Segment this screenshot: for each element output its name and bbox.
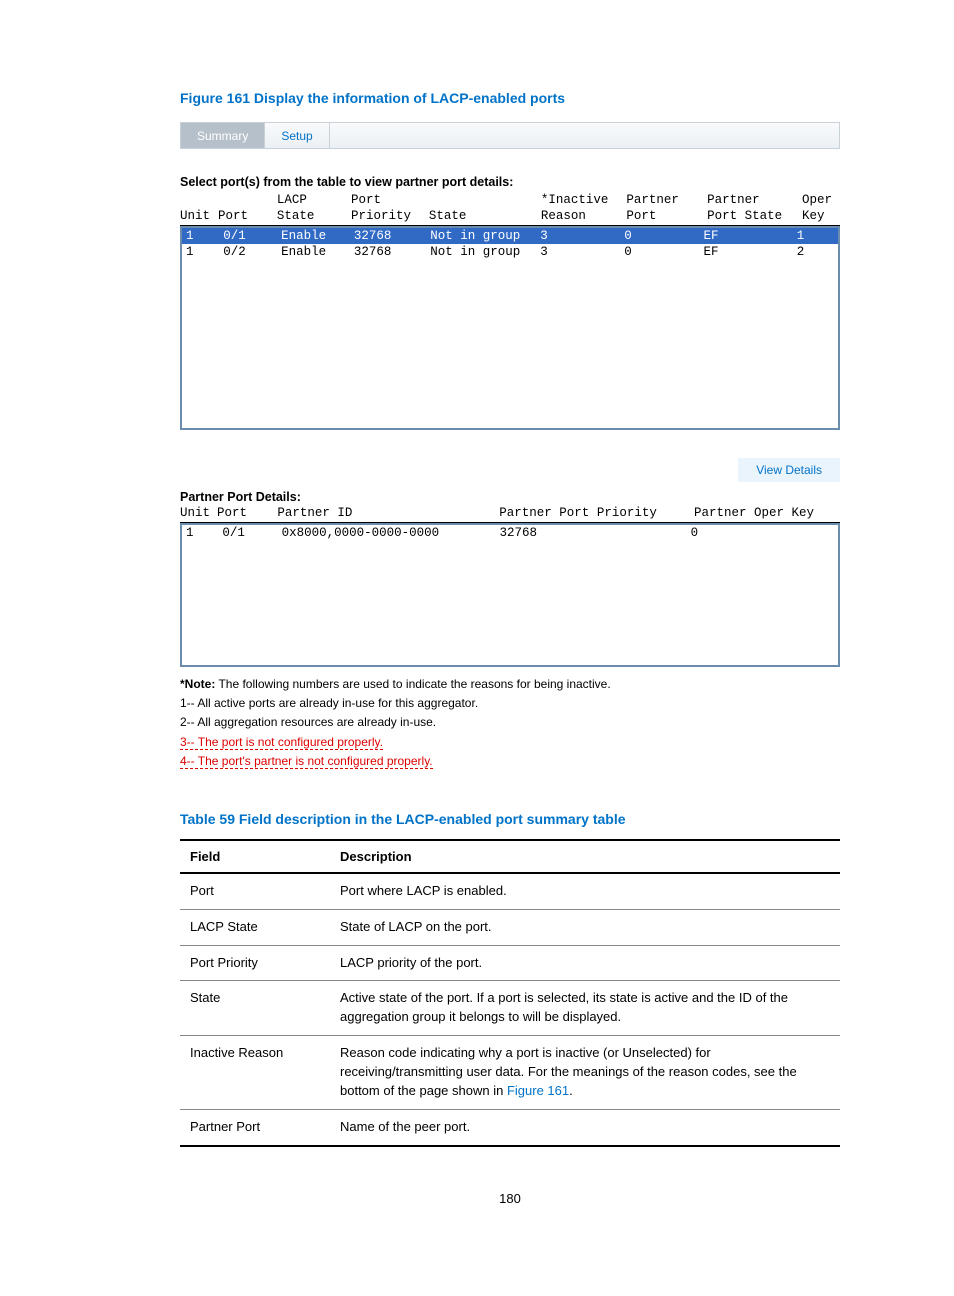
field-desc: Reason code indicating why a port is ina… [330,1036,840,1110]
cell-okey: 1 [797,229,834,243]
table-row: Port Priority LACP priority of the port. [180,945,840,981]
cell-port: 0/2 [223,245,281,259]
cell-lacp: Enable [281,245,354,259]
cell-pport: 0 [624,245,703,259]
field-name: LACP State [180,909,330,945]
phdr-pid: Partner ID [277,506,499,520]
cell-pstate: EF [703,229,796,243]
table-row: LACP State State of LACP on the port. [180,909,840,945]
cell-reason: 3 [540,245,624,259]
table-row[interactable]: 1 0/2 Enable 32768 Not in group 3 0 EF 2 [182,244,838,260]
table-title: Table 59 Field description in the LACP-e… [180,811,840,827]
partner-table-body: 1 0/1 0x8000,0000-0000-0000 32768 0 [180,523,840,667]
cell-state: Not in group [430,245,540,259]
ports-table-body: 1 0/1 Enable 32768 Not in group 3 0 EF 1… [180,226,840,430]
pcell-okey: 0 [691,526,834,540]
instruction-text: Select port(s) from the table to view pa… [180,175,840,189]
field-desc: State of LACP on the port. [330,909,840,945]
hdr-blank [180,193,218,207]
figure-title: Figure 161 Display the information of LA… [180,90,840,106]
pcell-prio: 32768 [499,526,690,540]
field-desc: Name of the peer port. [330,1109,840,1145]
phdr-okey: Partner Oper Key [694,506,840,520]
table-row: Port Port where LACP is enabled. [180,873,840,909]
cell-okey: 2 [797,245,834,259]
phdr-unit: Unit [180,506,217,520]
field-name: Partner Port [180,1109,330,1145]
hdr-blank [429,193,541,207]
page-number: 180 [180,1191,840,1206]
pcell-unit: 1 [186,526,222,540]
reason-4: 4-- The port's partner is not configured… [180,754,433,769]
table-row[interactable]: 1 0/1 Enable 32768 Not in group 3 0 EF 1 [182,228,838,244]
hdr-blank [218,193,277,207]
hdr-port: Port [351,193,429,207]
field-description-table: Field Description Port Port where LACP i… [180,839,840,1147]
note-text: The following numbers are used to indica… [215,677,610,691]
field-name: Port [180,873,330,909]
cell-prio: 32768 [354,245,430,259]
th-description: Description [330,840,840,873]
table-row: Inactive Reason Reason code indicating w… [180,1036,840,1110]
hdr-state: State [277,209,351,223]
field-desc: LACP priority of the port. [330,945,840,981]
field-name: State [180,981,330,1036]
cell-pport: 0 [624,229,703,243]
hdr-reason: Reason [541,209,626,223]
hdr-partner: Partner [626,193,707,207]
partner-details-label: Partner Port Details: [180,490,840,504]
cell-state: Not in group [430,229,540,243]
phdr-prio: Partner Port Priority [499,506,694,520]
hdr-partner: Partner [707,193,802,207]
tab-bar: Summary Setup [180,122,840,149]
view-details-button[interactable]: View Details [738,458,840,482]
cell-pstate: EF [703,245,796,259]
hdr-oper: Oper [802,193,840,207]
hdr-port: Port [218,209,277,223]
phdr-port: Port [217,506,277,520]
table-row[interactable]: 1 0/1 0x8000,0000-0000-0000 32768 0 [182,525,838,541]
hdr-unit: Unit [180,209,218,223]
reason-3: 3-- The port is not configured properly. [180,735,383,750]
reason-2: 2-- All aggregation resources are alread… [180,713,840,732]
hdr-pstate: Port State [707,209,802,223]
hdr-lacp: LACP [277,193,351,207]
hdr-priority: Priority [351,209,429,223]
notes-section: *Note: The following numbers are used to… [180,675,840,771]
cell-lacp: Enable [281,229,354,243]
note-label: *Note: [180,677,215,691]
table-row: State Active state of the port. If a por… [180,981,840,1036]
pcell-pid: 0x8000,0000-0000-0000 [282,526,500,540]
cell-unit: 1 [186,229,223,243]
cell-reason: 3 [540,229,624,243]
tab-setup[interactable]: Setup [265,123,329,148]
hdr-pport: Port [626,209,707,223]
partner-header: Unit Port Partner ID Partner Port Priori… [180,504,840,523]
table-row: Partner Port Name of the peer port. [180,1109,840,1145]
hdr-key: Key [802,209,840,223]
hdr-inactive: *Inactive [541,193,626,207]
cell-unit: 1 [186,245,223,259]
cell-port: 0/1 [223,229,281,243]
reason-1: 1-- All active ports are already in-use … [180,694,840,713]
tab-summary[interactable]: Summary [181,123,265,148]
field-name: Inactive Reason [180,1036,330,1110]
field-desc: Port where LACP is enabled. [330,873,840,909]
field-name: Port Priority [180,945,330,981]
th-field: Field [180,840,330,873]
lacp-ports-table: LACP Port *Inactive Partner Partner Oper… [180,191,840,430]
cell-prio: 32768 [354,229,430,243]
figure-link[interactable]: Figure 161 [507,1083,569,1098]
hdr-state2: State [429,209,541,223]
field-desc: Active state of the port. If a port is s… [330,981,840,1036]
pcell-port: 0/1 [222,526,281,540]
